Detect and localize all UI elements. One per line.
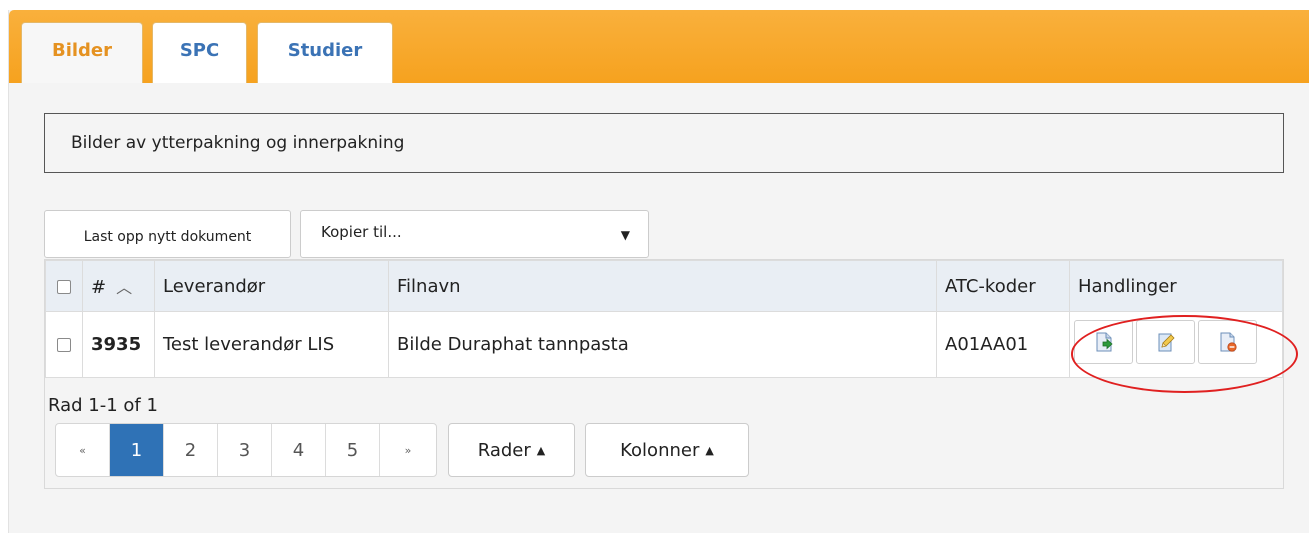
columns-dropdown-button[interactable]: Kolonner ▲ — [585, 423, 749, 477]
tab-bar: Bilder SPC Studier — [9, 10, 1309, 83]
row-info: Rad 1-1 of 1 — [48, 395, 158, 416]
row-checkbox-cell — [45, 311, 83, 378]
tab-bilder[interactable]: Bilder — [21, 22, 143, 83]
delete-button[interactable] — [1198, 320, 1257, 364]
upload-document-button[interactable]: Last opp nytt dokument — [44, 210, 291, 258]
rows-dropdown-label: Rader — [477, 439, 531, 461]
page-1[interactable]: 1 — [110, 424, 164, 476]
columns-dropdown-label: Kolonner — [620, 439, 700, 461]
table-header-row: # ︿ Leverandør Filnavn ATC-koder Handling… — [45, 260, 1283, 312]
page-2[interactable]: 2 — [164, 424, 218, 476]
description-box: Bilder av ytterpakning og innerpakning — [44, 113, 1284, 173]
cell-atc: A01AA01 — [936, 311, 1070, 378]
cell-id: 3935 — [82, 311, 155, 378]
column-header-atc[interactable]: ATC-koder — [936, 260, 1070, 312]
rows-dropdown-button[interactable]: Rader ▲ — [448, 423, 575, 477]
row-checkbox[interactable] — [57, 338, 71, 352]
page-last[interactable]: » — [380, 424, 436, 476]
page-4[interactable]: 4 — [272, 424, 326, 476]
column-header-leverandor[interactable]: Leverandør — [154, 260, 389, 312]
cell-filnavn: Bilde Duraphat tannpasta — [388, 311, 937, 378]
cell-actions — [1069, 311, 1283, 378]
download-icon — [1096, 332, 1113, 352]
tab-spc[interactable]: SPC — [152, 22, 247, 83]
caret-down-icon: ▼ — [620, 228, 630, 242]
header-checkbox-cell — [45, 260, 83, 312]
column-header-handlinger: Handlinger — [1069, 260, 1283, 312]
copy-to-select[interactable]: Kopier til... ▼ — [300, 210, 649, 258]
edit-button[interactable] — [1136, 320, 1195, 364]
row-actions — [1074, 312, 1282, 364]
select-all-checkbox[interactable] — [57, 279, 71, 294]
pagination: « 1 2 3 4 5 » — [55, 423, 437, 477]
cell-leverandor: Test leverandør LIS — [154, 311, 389, 378]
sort-ascending-icon[interactable]: ︿ — [116, 278, 132, 297]
page-5[interactable]: 5 — [326, 424, 380, 476]
copy-to-select-value: Kopier til... — [321, 223, 402, 241]
tab-studier[interactable]: Studier — [257, 22, 393, 83]
caret-up-icon: ▲ — [536, 443, 546, 457]
download-button[interactable] — [1074, 320, 1133, 364]
caret-up-icon: ▲ — [705, 443, 714, 457]
documents-table: # ︿ Leverandør Filnavn ATC-koder Handling… — [45, 260, 1283, 378]
page-3[interactable]: 3 — [218, 424, 272, 476]
description-text: Bilder av ytterpakning og innerpakning — [71, 133, 405, 153]
page-first[interactable]: « — [56, 424, 110, 476]
column-header-id[interactable]: # ︿ — [82, 260, 155, 312]
column-header-filnavn[interactable]: Filnavn — [388, 260, 937, 312]
column-header-id-label: # — [91, 277, 107, 298]
table-row: 3935 Test leverandør LIS Bilde Duraphat … — [45, 311, 1283, 378]
edit-icon — [1158, 333, 1175, 352]
delete-icon — [1220, 332, 1237, 352]
